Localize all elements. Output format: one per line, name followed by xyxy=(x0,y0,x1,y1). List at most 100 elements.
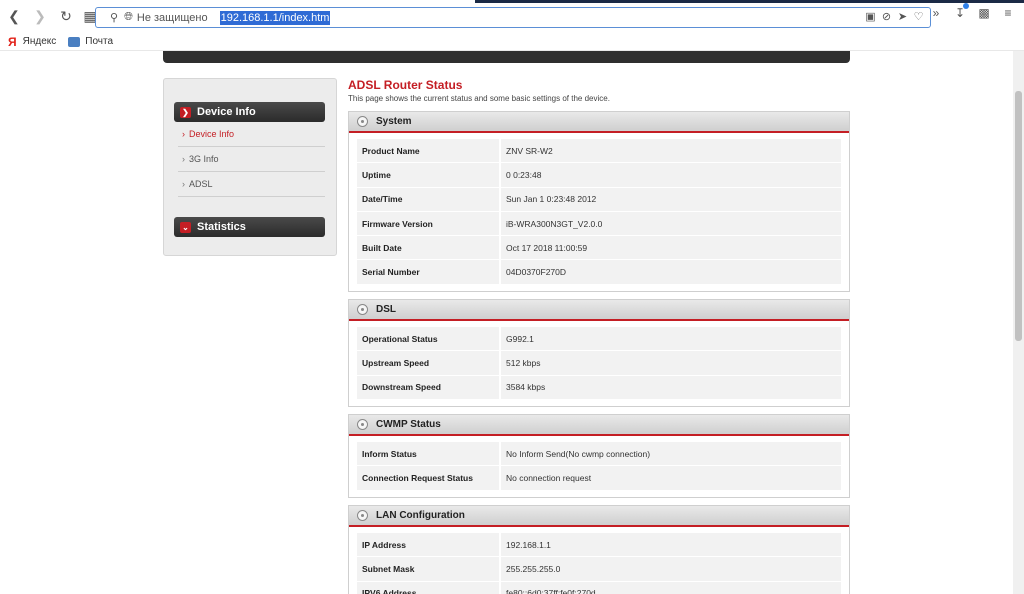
row-key: Date/Time xyxy=(357,187,501,212)
system-section: System Product Name ZNV SR-W2 Uptime 0 0:2… xyxy=(348,111,850,292)
scrollbar-thumb[interactable] xyxy=(1015,91,1022,341)
security-status[interactable]: Не защищено xyxy=(137,12,208,24)
router-page: ❯ Device Info › Device Info › 3G Info › … xyxy=(0,51,1013,594)
table-row: Firmware Version iB-WRA300N3GT_V2.0.0 xyxy=(357,211,841,237)
table-row: Upstream Speed 512 kbps xyxy=(357,351,841,376)
table-row: Serial Number 04D0370F270D xyxy=(357,260,841,285)
chevron-right-icon: › xyxy=(182,154,185,164)
search-icon: ⚲ xyxy=(110,12,119,24)
router-header-bar xyxy=(163,51,850,63)
table-row: Operational Status G992.1 xyxy=(357,327,841,352)
gear-icon xyxy=(357,116,368,127)
table-row: Uptime 0 0:23:48 xyxy=(357,163,841,188)
download-icon[interactable]: ↧ xyxy=(952,3,969,20)
more-button[interactable]: » xyxy=(928,6,944,20)
row-key: Upstream Speed xyxy=(357,351,501,376)
page-description: This page shows the current status and s… xyxy=(348,94,610,103)
heart-icon[interactable]: ♡ xyxy=(911,10,926,23)
row-value: 512 kbps xyxy=(501,351,841,376)
section-header: System xyxy=(349,112,849,133)
table-row: Connection Request Status No connection r… xyxy=(357,466,841,491)
bookmarks-bar: Я Яндекс Почта xyxy=(0,33,1024,51)
section-title: System xyxy=(376,116,412,127)
row-key: Product Name xyxy=(357,139,501,164)
row-value: ZNV SR-W2 xyxy=(501,139,841,164)
left-navigation: ❯ Device Info › Device Info › 3G Info › … xyxy=(163,78,337,256)
main-content: ADSL Router Status This page shows the c… xyxy=(348,78,850,103)
reload-button[interactable]: ↻ xyxy=(54,5,78,29)
page-scrollbar[interactable] xyxy=(1013,51,1024,594)
row-value: 04D0370F270D xyxy=(501,260,841,285)
address-bar[interactable]: ⚲ 🌐︎ Не защищено 192.168.1.1/index.htm ▣… xyxy=(95,7,931,28)
globe-icon[interactable]: 🌐︎ xyxy=(124,11,133,24)
row-value: 3584 kbps xyxy=(501,375,841,400)
bookmark-label: Яндекс xyxy=(22,36,57,47)
forward-button[interactable]: ❯ xyxy=(28,5,52,29)
row-key: Connection Request Status xyxy=(357,466,501,491)
camera-icon[interactable]: ▣ xyxy=(863,10,878,23)
send-icon[interactable]: ➤ xyxy=(895,10,910,23)
gear-icon xyxy=(357,304,368,315)
table-row: Built Date Oct 17 2018 11:00:59 xyxy=(357,236,841,261)
section-title: DSL xyxy=(376,304,396,315)
section-header: CWMP Status xyxy=(349,415,849,436)
back-button[interactable]: ❮ xyxy=(2,5,26,29)
table-row: Inform Status No Inform Send(No cwmp conn… xyxy=(357,442,841,467)
mail-icon xyxy=(68,36,81,47)
section-rows: Operational Status G992.1 Upstream Speed 5… xyxy=(349,321,849,406)
section-rows: Product Name ZNV SR-W2 Uptime 0 0:23:48 Da… xyxy=(349,133,849,291)
table-row: Product Name ZNV SR-W2 xyxy=(357,139,841,164)
bookmark-yandex[interactable]: Я Яндекс xyxy=(8,35,56,49)
block-icon[interactable]: ⊘ xyxy=(879,10,894,23)
nav-statistics-header[interactable]: ⌄ Statistics xyxy=(174,217,325,237)
extensions-icon[interactable]: ▩ xyxy=(976,6,992,20)
url-text[interactable]: 192.168.1.1/index.htm xyxy=(219,10,331,25)
yandex-icon: Я xyxy=(8,34,17,49)
gear-icon xyxy=(357,419,368,430)
table-row: Subnet Mask 255.255.255.0 xyxy=(357,557,841,582)
menu-icon[interactable]: ≡ xyxy=(1000,6,1016,20)
table-row: Downstream Speed 3584 kbps xyxy=(357,375,841,400)
chevron-right-icon: ❯ xyxy=(180,106,191,118)
row-key: IP Address xyxy=(357,533,501,558)
dsl-section: DSL Operational Status G992.1 Upstream Sp… xyxy=(348,299,850,407)
section-rows: IP Address 192.168.1.1 Subnet Mask 255.255… xyxy=(349,527,849,594)
section-title: CWMP Status xyxy=(376,419,441,430)
table-row: IP Address 192.168.1.1 xyxy=(357,533,841,558)
section-rows: Inform Status No Inform Send(No cwmp conn… xyxy=(349,436,849,497)
row-value: iB-WRA300N3GT_V2.0.0 xyxy=(501,211,841,237)
row-key: Operational Status xyxy=(357,327,501,352)
row-key: Inform Status xyxy=(357,442,501,467)
bookmark-label: Почта xyxy=(85,36,114,47)
row-key: Subnet Mask xyxy=(357,557,501,582)
download-indicator xyxy=(963,3,969,9)
row-key: IPV6 Address xyxy=(357,581,501,594)
chevron-right-icon: › xyxy=(182,179,185,189)
nav-item-label: ADSL xyxy=(189,179,213,189)
row-key: Uptime xyxy=(357,163,501,188)
section-header: LAN Configuration xyxy=(349,506,849,527)
browser-toolbar: ❮ ❯ ↻ ▦ ⚲ 🌐︎ Не защищено 192.168.1.1/ind… xyxy=(0,0,1024,33)
section-header: DSL xyxy=(349,300,849,321)
nav-item-device-info[interactable]: › Device Info xyxy=(178,122,325,147)
row-value: 192.168.1.1 xyxy=(501,533,841,558)
nav-item-label: Device Info xyxy=(189,129,235,139)
address-bar-actions: ▣ ⊘ ➤ ♡ xyxy=(863,10,926,23)
row-value: 255.255.255.0 xyxy=(501,557,841,582)
row-key: Built Date xyxy=(357,236,501,261)
row-value: Sun Jan 1 0:23:48 2012 xyxy=(501,187,841,212)
nav-header-label: Device Info xyxy=(197,106,256,118)
row-value: Oct 17 2018 11:00:59 xyxy=(501,236,841,261)
page-title: ADSL Router Status xyxy=(348,78,463,92)
row-key: Downstream Speed xyxy=(357,375,501,400)
nav-item-3g-info[interactable]: › 3G Info xyxy=(178,147,325,172)
row-value: No Inform Send(No cwmp connection) xyxy=(501,442,841,467)
nav-device-info-header[interactable]: ❯ Device Info xyxy=(174,102,325,122)
row-value: fe80::6d0:37ff:fe0f:270d xyxy=(501,581,841,594)
nav-item-adsl[interactable]: › ADSL xyxy=(178,172,325,197)
tab-strip-edge xyxy=(475,0,1024,3)
section-title: LAN Configuration xyxy=(376,510,465,521)
chevron-down-icon: ⌄ xyxy=(180,221,191,233)
bookmark-mail[interactable]: Почта xyxy=(68,36,113,47)
lan-section: LAN Configuration IP Address 192.168.1.1 … xyxy=(348,505,850,594)
